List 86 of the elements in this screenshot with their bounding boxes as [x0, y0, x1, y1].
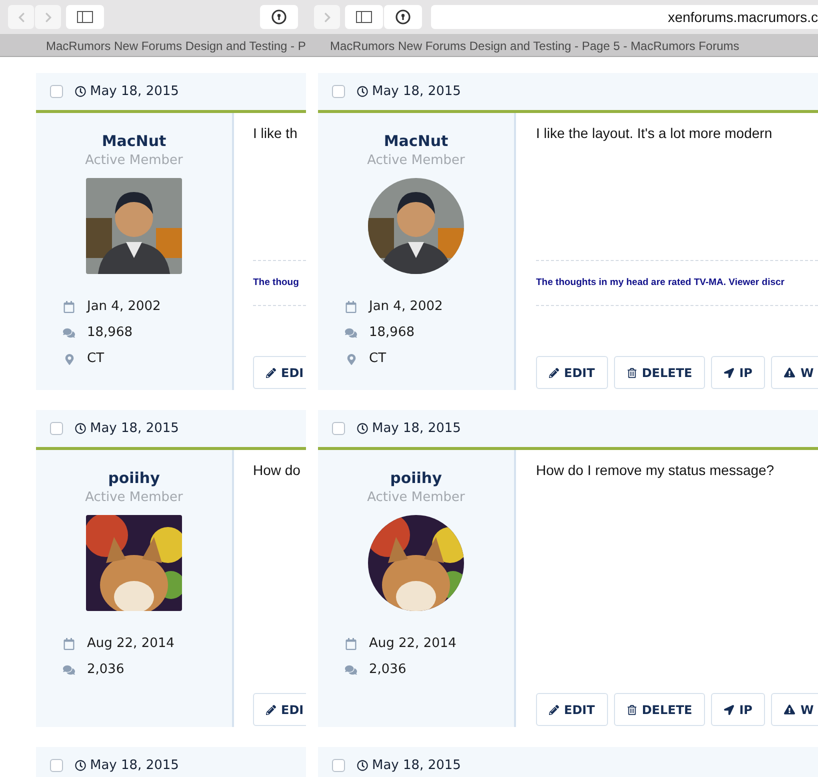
- sidebar-icon: [356, 11, 372, 23]
- address-field[interactable]: xenforums.macrumors.c: [431, 5, 818, 29]
- speech-bubbles-icon: [345, 664, 357, 676]
- arrow-icon: [724, 704, 734, 714]
- user-stat: Aug 22, 2014: [87, 635, 174, 654]
- message-text: How do: [253, 461, 302, 480]
- user-role: Active Member: [367, 152, 465, 170]
- edit-button[interactable]: EDI: [253, 693, 306, 726]
- user-role: Active Member: [85, 152, 183, 170]
- clock-icon: [75, 423, 86, 434]
- clock-icon: [357, 760, 368, 771]
- sidebar-icon: [77, 11, 93, 23]
- edit-button[interactable]: EDIT: [536, 356, 608, 389]
- checkbox[interactable]: [50, 759, 63, 772]
- pencil-icon: [266, 704, 276, 714]
- message-text: I like the layout. It's a lot more modern: [536, 124, 774, 143]
- clock-icon: [75, 760, 86, 771]
- post-date: May 18, 2015: [90, 82, 179, 101]
- checkbox[interactable]: [332, 759, 345, 772]
- delete-button[interactable]: DELETE: [614, 693, 706, 726]
- username[interactable]: poiihy: [390, 469, 442, 487]
- user-stat: Aug 22, 2014: [369, 635, 456, 654]
- chevron-left-icon: [16, 12, 26, 22]
- post-date: May 18, 2015: [372, 756, 461, 775]
- calendar-icon: [345, 638, 357, 650]
- chevron-right-icon: [42, 12, 54, 22]
- signature-text: The thoughts in my head are rated TV-MA. Viewer discr: [536, 276, 786, 290]
- checkbox[interactable]: [50, 85, 63, 98]
- user-stat: CT: [87, 350, 104, 368]
- user-role: Active Member: [367, 489, 465, 507]
- calendar-icon: [63, 301, 75, 313]
- browser-tab[interactable]: MacRumors New Forums Design and Testing - P: [0, 35, 306, 57]
- edit-button[interactable]: EDI: [253, 356, 306, 389]
- pencil-icon: [549, 704, 559, 714]
- chevron-right-icon: [322, 12, 332, 22]
- keyhole-icon: [271, 9, 287, 25]
- user-role: Active Member: [85, 489, 183, 507]
- speech-bubbles-icon: [63, 327, 75, 339]
- user-stat: Jan 4, 2002: [369, 298, 443, 316]
- ip-button[interactable]: IP: [711, 693, 766, 726]
- trash-icon: [626, 704, 637, 714]
- sidebar-button[interactable]: [66, 5, 104, 29]
- clock-icon: [357, 86, 368, 97]
- checkbox[interactable]: [50, 422, 63, 435]
- clock-icon: [75, 86, 86, 97]
- user-stat: 2,036: [87, 661, 124, 680]
- password-button[interactable]: [260, 5, 298, 29]
- username[interactable]: MacNut: [102, 132, 166, 150]
- edit-button[interactable]: EDIT: [536, 693, 608, 726]
- warning-icon: [784, 367, 796, 378]
- calendar-icon: [345, 301, 357, 313]
- browser-tab[interactable]: MacRumors New Forums Design and Testing - Page 5 - MacRumors Forums: [306, 35, 818, 57]
- password-button[interactable]: [384, 5, 422, 29]
- pencil-icon: [266, 368, 276, 378]
- post-date: May 18, 2015: [372, 82, 461, 101]
- username[interactable]: poiihy: [108, 469, 160, 487]
- map-pin-icon: [346, 354, 356, 364]
- keyhole-icon: [395, 9, 411, 25]
- warn-button[interactable]: W: [771, 356, 818, 389]
- clock-icon: [357, 423, 368, 434]
- ip-button[interactable]: IP: [711, 356, 766, 389]
- speech-bubbles-icon: [63, 664, 75, 676]
- calendar-icon: [63, 638, 75, 650]
- pencil-icon: [549, 368, 559, 378]
- trash-icon: [626, 368, 637, 378]
- user-stat: 18,968: [369, 324, 414, 342]
- checkbox[interactable]: [332, 422, 345, 435]
- warn-button[interactable]: W: [771, 693, 818, 726]
- sidebar-button[interactable]: [345, 5, 383, 29]
- speech-bubbles-icon: [345, 327, 357, 339]
- post-date: May 18, 2015: [90, 756, 179, 775]
- arrow-icon: [724, 368, 734, 378]
- checkbox[interactable]: [332, 85, 345, 98]
- username[interactable]: MacNut: [384, 132, 448, 150]
- user-stat: Jan 4, 2002: [87, 298, 161, 316]
- post-date: May 18, 2015: [372, 420, 461, 438]
- user-stat: 2,036: [369, 661, 406, 680]
- user-stat: 18,968: [87, 324, 132, 342]
- map-pin-icon: [64, 354, 74, 364]
- signature-text: The thoug: [253, 276, 300, 290]
- warning-icon: [784, 704, 796, 715]
- message-text: How do I remove my status message?: [536, 461, 776, 480]
- post-date: May 18, 2015: [90, 420, 179, 438]
- delete-button[interactable]: DELETE: [614, 356, 706, 389]
- user-stat: CT: [369, 350, 386, 368]
- message-text: I like th: [253, 124, 298, 143]
